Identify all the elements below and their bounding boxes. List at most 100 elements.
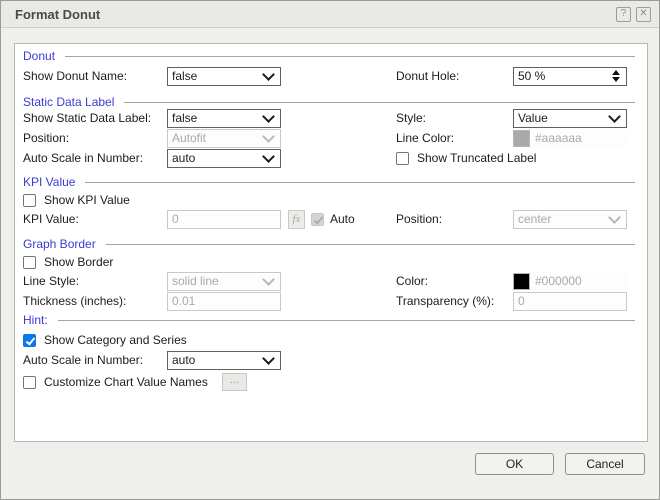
transparency-label: Transparency (%): <box>396 294 495 308</box>
customize-chart-value-names-label: Customize Chart Value Names <box>44 375 208 389</box>
close-icon: ✕ <box>639 8 648 19</box>
checkbox-checked-disabled-icon <box>311 212 324 226</box>
show-donut-name-select[interactable]: false <box>167 66 281 86</box>
checkbox-checked-icon <box>23 333 36 347</box>
page-title: Format Donut <box>15 6 101 22</box>
ok-button[interactable]: OK <box>475 453 554 475</box>
auto-scale-label: Auto Scale in Number: <box>23 151 144 165</box>
section-divider <box>105 244 635 245</box>
select-value: Autofit <box>172 131 207 145</box>
kpi-position-select: center <box>513 209 627 229</box>
checkbox-icon <box>23 255 36 269</box>
ellipsis-button: ... <box>221 373 247 391</box>
row-donut: Show Donut Name: false Donut Hole: 50 % <box>15 66 647 86</box>
line-color-label: Line Color: <box>396 131 455 145</box>
section-title: KPI Value <box>23 175 76 189</box>
section-divider <box>57 320 635 321</box>
select-value: auto <box>172 151 196 165</box>
show-kpi-value-checkbox[interactable]: Show KPI Value <box>23 193 130 207</box>
select-value: auto <box>172 353 196 367</box>
section-header-donut: Donut <box>15 48 647 64</box>
row-sdl-1: Show Static Data Label: false Style: Val… <box>15 108 647 128</box>
row-hint-scale: Auto Scale in Number: auto <box>15 350 647 370</box>
chevron-down-icon <box>262 149 275 163</box>
help-icon: ? <box>620 8 627 19</box>
row-border-1: Line Style: solid line Color: #000000 <box>15 271 647 291</box>
section-header-graph-border: Graph Border <box>15 236 647 252</box>
donut-hole-spinner[interactable]: 50 % <box>513 66 627 86</box>
row-kpi-check: Show KPI Value <box>15 190 647 210</box>
chevron-down-icon <box>262 67 275 81</box>
section-header-kpi-value: KPI Value <box>15 174 647 190</box>
spinner-up-icon[interactable] <box>612 70 620 75</box>
section-header-hint: Hint: <box>15 312 647 328</box>
border-color-input: #000000 <box>531 271 626 291</box>
row-hint-check: Show Category and Series <box>15 330 647 350</box>
line-style-select: solid line <box>167 271 281 291</box>
row-hint-custom: Customize Chart Value Names ... <box>15 372 647 392</box>
show-border-checkbox[interactable]: Show Border <box>23 255 113 269</box>
spinner-down-icon[interactable] <box>612 77 620 82</box>
input-value: 0 <box>518 294 525 308</box>
auto-scale-select[interactable]: auto <box>167 148 281 168</box>
row-sdl-2: Position: Autofit Line Color: #aaaaaa <box>15 128 647 148</box>
dialog-footer: OK Cancel <box>475 453 645 475</box>
show-truncated-checkbox[interactable]: Show Truncated Label <box>396 151 536 165</box>
dialog-body: Donut Show Donut Name: false Donut Hole:… <box>14 43 648 442</box>
select-value: false <box>172 69 198 83</box>
close-button[interactable]: ✕ <box>636 6 651 22</box>
line-color-swatch <box>513 129 530 147</box>
position-select: Autofit <box>167 128 281 148</box>
customize-chart-value-names-checkbox[interactable]: Customize Chart Value Names <box>23 375 208 389</box>
thickness-label: Thickness (inches): <box>23 294 127 308</box>
checkbox-icon <box>23 375 36 389</box>
show-static-data-label-select[interactable]: false <box>167 108 281 128</box>
border-color-label: Color: <box>396 274 429 288</box>
select-value: Value <box>518 111 548 125</box>
input-value: 0.01 <box>172 294 196 308</box>
input-value: #000000 <box>535 274 582 288</box>
line-style-label: Line Style: <box>23 274 80 288</box>
fx-button: fx <box>288 209 305 229</box>
auto-label: Auto <box>330 212 355 226</box>
donut-hole-label: Donut Hole: <box>396 69 460 83</box>
position-label: Position: <box>23 131 70 145</box>
select-value: false <box>172 111 198 125</box>
line-color-input: #aaaaaa <box>531 128 626 148</box>
chevron-down-icon <box>608 109 621 123</box>
row-border-2: Thickness (inches): 0.01 Transparency (%… <box>15 291 647 311</box>
show-static-data-label-label: Show Static Data Label: <box>23 111 152 125</box>
hint-auto-scale-label: Auto Scale in Number: <box>23 353 144 367</box>
spinner-value: 50 % <box>518 69 546 83</box>
style-select[interactable]: Value <box>513 108 627 128</box>
section-title: Graph Border <box>23 237 96 251</box>
chevron-down-icon <box>262 109 275 123</box>
checkbox-icon <box>23 193 36 207</box>
help-button[interactable]: ? <box>616 6 631 22</box>
row-sdl-3: Auto Scale in Number: auto Show Truncate… <box>15 148 647 168</box>
auto-checkbox: Auto <box>311 212 355 226</box>
select-value: solid line <box>172 274 219 288</box>
kpi-value-input: 0 <box>167 209 281 229</box>
select-value: center <box>518 212 552 226</box>
spinner-arrows[interactable] <box>612 70 620 82</box>
row-border-check: Show Border <box>15 252 647 272</box>
hint-auto-scale-select[interactable]: auto <box>167 350 281 370</box>
chevron-down-icon <box>608 210 621 224</box>
input-value: 0 <box>172 212 179 226</box>
row-kpi-value: KPI Value: 0 fx Auto Position: center <box>15 209 647 229</box>
transparency-input: 0 <box>513 291 627 311</box>
section-divider <box>124 102 635 103</box>
thickness-input: 0.01 <box>167 291 281 311</box>
show-border-label: Show Border <box>44 255 114 269</box>
section-title: Hint: <box>23 313 48 327</box>
show-category-series-label: Show Category and Series <box>44 333 187 347</box>
kpi-position-label: Position: <box>396 212 443 226</box>
kpi-value-label: KPI Value: <box>23 212 79 226</box>
section-title: Static Data Label <box>23 95 115 109</box>
cancel-button[interactable]: Cancel <box>565 453 645 475</box>
section-divider <box>65 56 635 57</box>
chevron-down-icon <box>262 272 275 286</box>
format-donut-dialog: Format Donut ? ✕ Donut Show Donut Name: … <box>0 0 660 500</box>
show-category-series-checkbox[interactable]: Show Category and Series <box>23 333 187 347</box>
